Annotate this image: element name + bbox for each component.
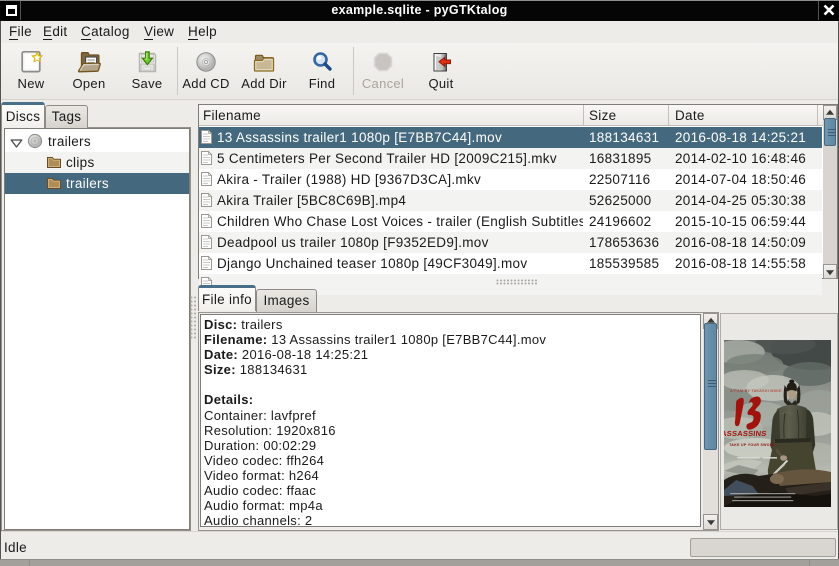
svg-text:TAKE UP YOUR SWORD.: TAKE UP YOUR SWORD. xyxy=(729,443,777,447)
svg-text:A FILM BY TAKASHI MIIKE: A FILM BY TAKASHI MIIKE xyxy=(730,389,782,393)
svg-text:ASSASSINS: ASSASSINS xyxy=(724,429,767,438)
